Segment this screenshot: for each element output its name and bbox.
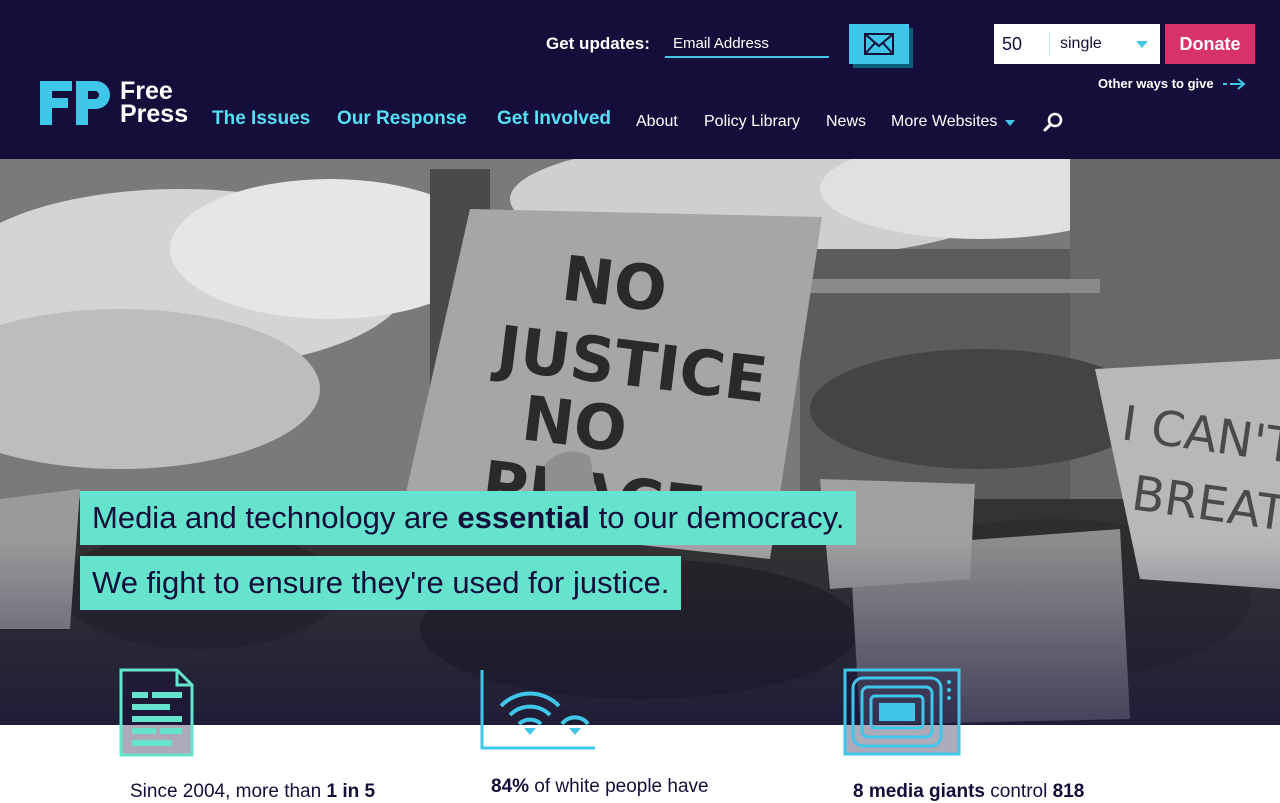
site-logo[interactable]: Free Press xyxy=(40,79,189,128)
logo-wordmark: Free Press xyxy=(120,79,189,128)
document-icon xyxy=(119,668,194,757)
donation-frequency-value: single xyxy=(1060,35,1102,52)
search-icon xyxy=(1043,112,1063,132)
nav-more-websites-label: More Websites xyxy=(891,113,998,130)
stat-3-bold: 8 media giants xyxy=(853,781,985,802)
logo-line-2: Press xyxy=(120,100,189,128)
svg-text:NO: NO xyxy=(558,241,671,326)
site-header: Get updates: 50 single Donate Other ways… xyxy=(0,0,1280,159)
chevron-down-icon xyxy=(1005,120,1016,126)
chevron-down-icon xyxy=(1136,40,1148,48)
other-ways-label: Other ways to give xyxy=(1098,76,1214,91)
nav-policy-library[interactable]: Policy Library xyxy=(704,113,800,131)
headline-1-bold: essential xyxy=(457,500,591,535)
nav-more-websites[interactable]: More Websites xyxy=(891,113,1016,131)
hero-headline-line-1: Media and technology are essential to ou… xyxy=(80,491,857,545)
nav-our-response[interactable]: Our Response xyxy=(337,108,467,130)
get-updates-label: Get updates: xyxy=(546,34,650,53)
fp-logo-icon xyxy=(40,81,110,125)
donate-button[interactable]: Donate xyxy=(1165,24,1255,64)
stat-3-bold-2: 818 xyxy=(1052,781,1085,802)
subscribe-button[interactable] xyxy=(849,24,909,64)
stat-2-bold: 84% xyxy=(491,776,530,797)
stat-3-post: control xyxy=(985,781,1053,802)
stat-2-text: 84% of white people have xyxy=(491,776,709,798)
email-input[interactable] xyxy=(665,30,829,58)
hero-section: NO JUSTICE NO PEACE I CAN'T BREATHE Medi… xyxy=(0,159,1280,725)
donation-amount-input[interactable]: 50 xyxy=(994,32,1050,56)
search-button[interactable] xyxy=(1043,112,1063,137)
arrow-right-icon xyxy=(1222,77,1246,90)
stat-1-bold: 1 in 5 xyxy=(326,781,376,802)
stat-1-pre: Since 2004, more than xyxy=(130,781,327,802)
nav-get-involved[interactable]: Get Involved xyxy=(497,108,611,130)
other-ways-to-give-link[interactable]: Other ways to give xyxy=(1098,76,1246,91)
nav-news[interactable]: News xyxy=(826,113,866,131)
headline-1-post: to our democracy. xyxy=(590,500,845,535)
tv-icon xyxy=(843,668,961,756)
donation-form: 50 single xyxy=(994,24,1160,64)
stat-2-post: of white people have xyxy=(529,776,709,797)
nav-about[interactable]: About xyxy=(636,113,678,131)
wifi-icon xyxy=(480,670,595,750)
donation-frequency-select[interactable]: single xyxy=(1050,35,1160,53)
nav-the-issues[interactable]: The Issues xyxy=(212,108,310,130)
mail-icon xyxy=(864,33,894,55)
headline-1-pre: Media and technology are xyxy=(92,500,458,535)
hero-headline-line-2: We fight to ensure they're used for just… xyxy=(80,556,682,610)
